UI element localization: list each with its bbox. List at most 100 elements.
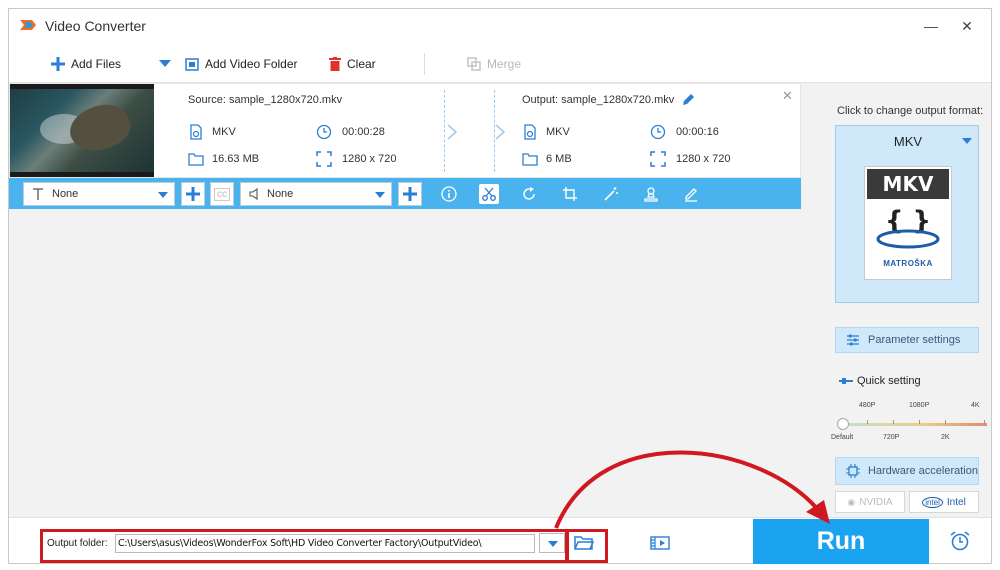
divider: [444, 90, 445, 172]
cc-icon: cc: [214, 187, 230, 201]
parameter-settings-button[interactable]: Parameter settings: [835, 327, 979, 353]
source-format: MKV: [212, 126, 236, 138]
add-video-folder-label: Add Video Folder: [205, 57, 298, 71]
output-filename: Output: sample_1280x720.mkv: [522, 94, 675, 106]
output-duration: 00:00:16: [676, 126, 719, 138]
format-file-icon: [190, 124, 202, 140]
folder-icon: [188, 153, 204, 166]
sliders-icon: [847, 334, 859, 346]
output-settings-panel: Click to change output format: MKV MKV {…: [821, 83, 991, 517]
output-format: MKV: [546, 126, 570, 138]
add-files-button[interactable]: Add Files: [51, 55, 121, 73]
parameter-settings-label: Parameter settings: [868, 334, 961, 346]
resolution-icon: [316, 151, 332, 167]
crop-icon[interactable]: [560, 184, 580, 204]
run-button[interactable]: Run: [753, 519, 929, 564]
watermark-stamp-icon[interactable]: [641, 184, 661, 204]
rename-pencil-icon[interactable]: [680, 92, 696, 108]
subtitle-value: None: [52, 188, 79, 200]
format-card-brand: MATROŠKA: [883, 259, 933, 268]
alarm-clock-icon[interactable]: [949, 530, 971, 552]
quick-setting-icon: [839, 378, 853, 384]
source-size: 16.63 MB: [212, 153, 260, 165]
speaker-icon: [249, 188, 258, 200]
mkv-format-icon: MKV { } MATROŠKA: [864, 166, 952, 280]
chevron-right-icon: [447, 124, 458, 140]
audio-value: None: [267, 188, 294, 200]
intel-toggle[interactable]: intel Intel: [909, 491, 979, 513]
clock-icon: [316, 124, 332, 140]
source-duration: 00:00:28: [342, 126, 385, 138]
closed-caption-button[interactable]: cc: [210, 182, 234, 206]
source-filename: Source: sample_1280x720.mkv: [188, 94, 343, 106]
chip-icon: [846, 464, 860, 478]
window-title: Video Converter: [45, 18, 146, 34]
tick-480p: 480P: [859, 402, 876, 409]
minimize-button[interactable]: —: [921, 17, 941, 35]
annotation-highlight-box: [40, 529, 568, 563]
toolbar: Add Files Add Video Folder Clear Merge: [9, 43, 991, 83]
add-files-label: Add Files: [71, 57, 122, 71]
merge-icon: [467, 57, 481, 71]
merge-button[interactable]: Merge: [467, 55, 521, 73]
subtitle-dropdown[interactable]: None: [23, 182, 175, 206]
quality-slider-handle[interactable]: [837, 418, 849, 430]
app-logo-icon: [20, 20, 36, 30]
annotation-highlight-box: [566, 529, 608, 563]
add-subtitle-button[interactable]: [181, 182, 205, 206]
output-size: 6 MB: [546, 153, 572, 165]
plus-icon: [403, 187, 417, 201]
file-list: Source: sample_1280x720.mkv MKV 00:00:28…: [9, 83, 821, 517]
text-icon: [33, 188, 43, 200]
hardware-acceleration-label: Hardware acceleration: [867, 465, 978, 477]
resolution-icon: [650, 151, 666, 167]
folder-icon: [522, 153, 538, 166]
add-files-dropdown[interactable]: [159, 55, 177, 73]
chevron-right-icon: [495, 124, 506, 140]
add-audio-button[interactable]: [398, 182, 422, 206]
nvidia-label: NVIDIA: [859, 496, 893, 508]
merge-label: Merge: [487, 57, 522, 71]
trim-scissors-icon[interactable]: [479, 184, 499, 204]
edit-toolbar: None cc None: [9, 178, 801, 209]
source-resolution: 1280 x 720: [342, 153, 397, 165]
add-video-folder-button[interactable]: Add Video Folder: [185, 55, 298, 73]
info-icon[interactable]: [439, 184, 459, 204]
audio-track-dropdown[interactable]: None: [240, 182, 392, 206]
intel-logo-icon: intel: [922, 496, 943, 508]
quality-slider-track[interactable]: [843, 423, 987, 426]
clear-button[interactable]: Clear: [329, 55, 376, 73]
effects-wand-icon[interactable]: [601, 184, 621, 204]
title-bar: Video Converter — ✕: [9, 9, 991, 43]
intel-label: Intel: [946, 496, 966, 508]
file-item[interactable]: Source: sample_1280x720.mkv MKV 00:00:28…: [9, 83, 801, 178]
edit-pen-icon[interactable]: [681, 184, 701, 204]
film-icon: [650, 536, 670, 550]
close-button[interactable]: ✕: [957, 17, 977, 35]
output-resolution: 1280 x 720: [676, 153, 731, 165]
plus-icon: [51, 57, 65, 71]
nvidia-logo-icon: ◉: [847, 496, 856, 507]
output-format-selector[interactable]: MKV MKV { } MATROŠKA: [835, 125, 979, 303]
chevron-down-icon: [159, 60, 171, 67]
clear-label: Clear: [347, 57, 376, 71]
toolbar-divider: [424, 53, 425, 75]
format-file-icon: [524, 124, 536, 140]
matroska-logo-icon: { }: [876, 206, 940, 249]
plus-icon: [186, 187, 200, 201]
remove-file-button[interactable]: ✕: [782, 88, 793, 104]
quick-setting-label: Quick setting: [857, 375, 921, 387]
tick-4k: 4K: [971, 402, 980, 409]
nvidia-toggle[interactable]: ◉ NVIDIA: [835, 491, 905, 513]
clock-icon: [650, 124, 666, 140]
video-list-button[interactable]: [647, 532, 673, 554]
rotate-icon[interactable]: [519, 184, 539, 204]
output-format-name: MKV: [893, 134, 923, 149]
video-thumbnail: [10, 84, 154, 177]
chevron-down-icon: [962, 138, 972, 144]
tick-default: Default: [831, 434, 854, 441]
app-window: Video Converter — ✕ Add Files Add Video …: [8, 8, 992, 564]
hardware-acceleration-button[interactable]: Hardware acceleration: [835, 457, 979, 485]
trash-icon: [329, 57, 341, 71]
folder-add-icon: [185, 58, 199, 71]
